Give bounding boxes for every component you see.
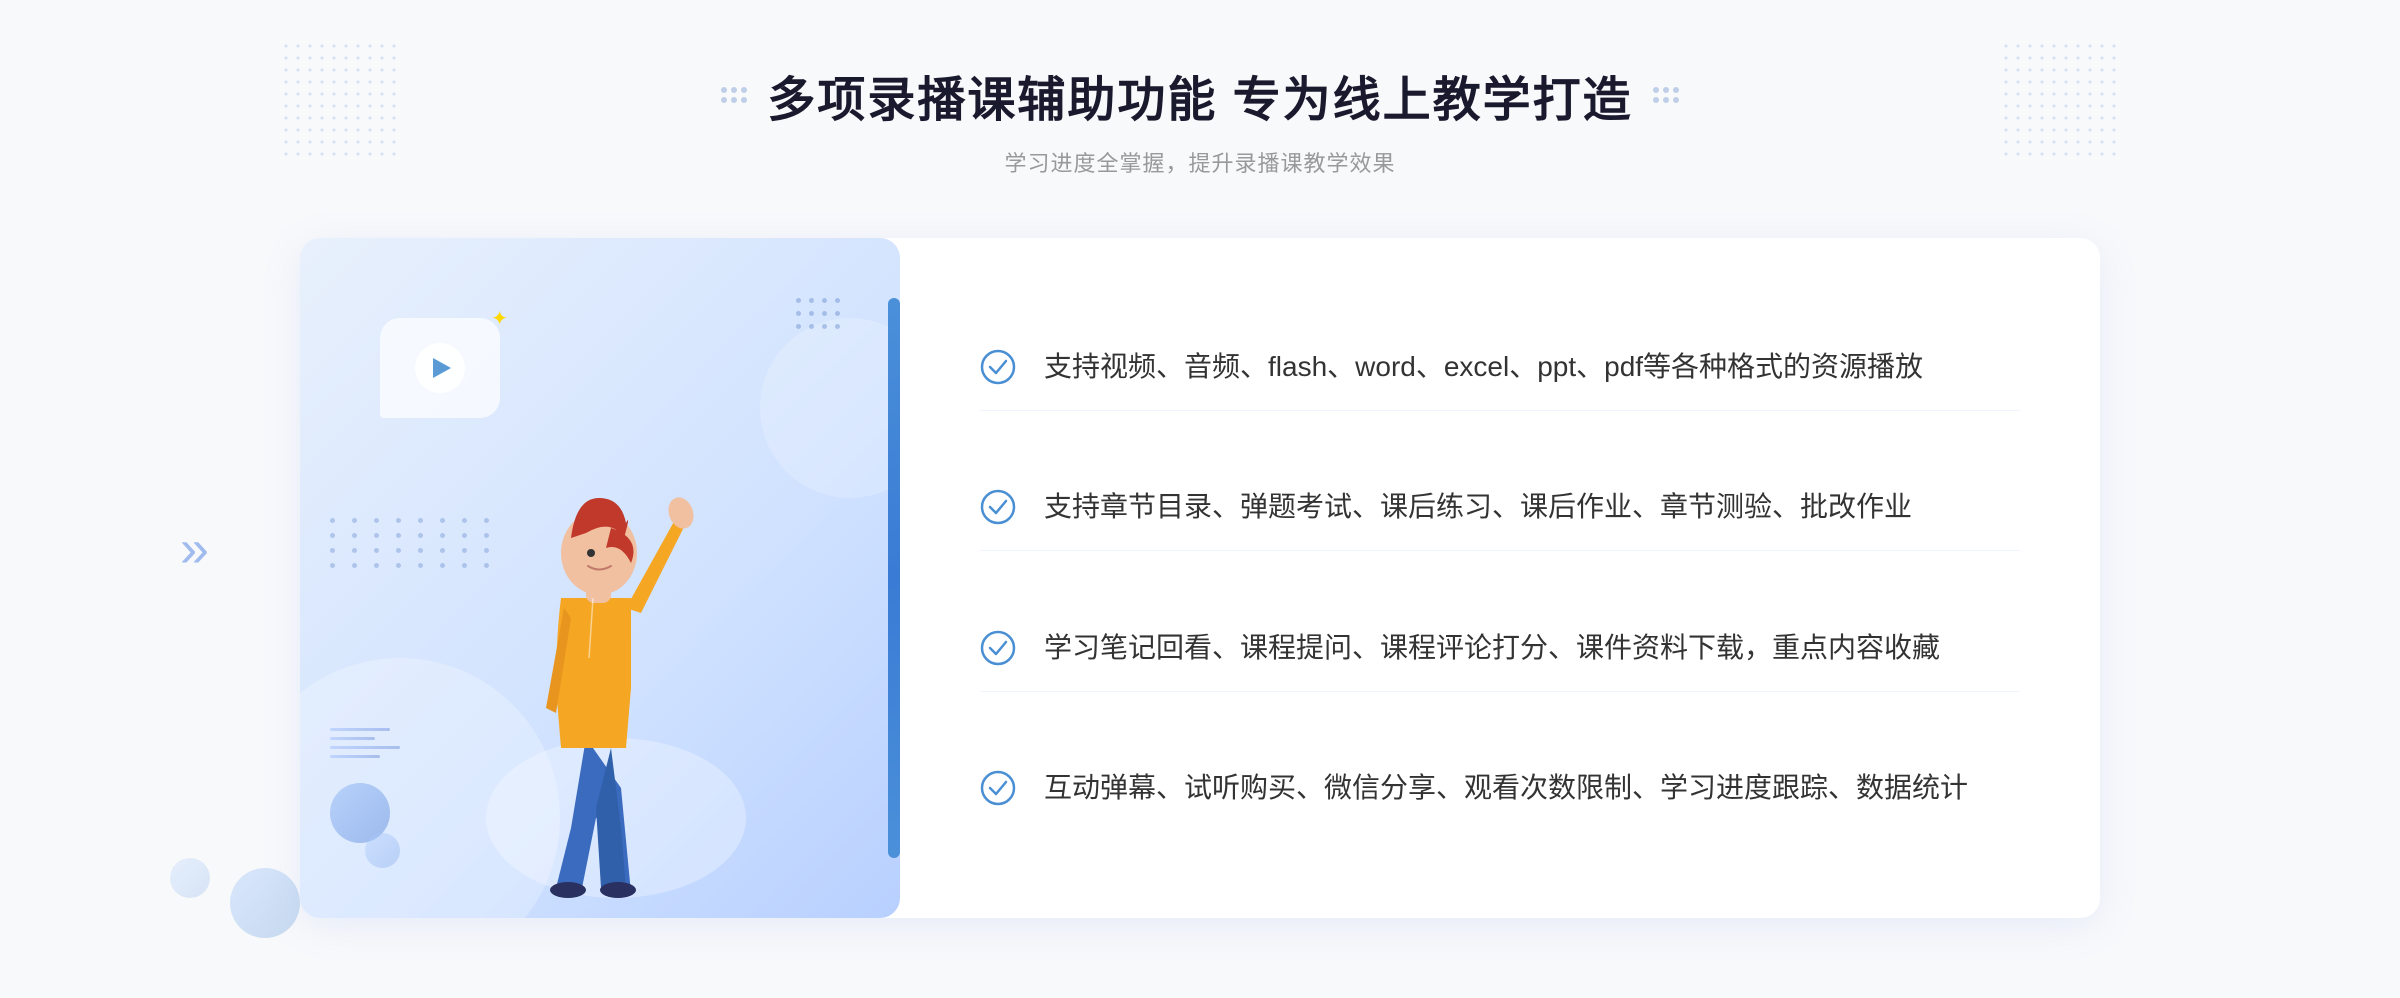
right-panel: 支持视频、音频、flash、word、excel、ppt、pdf等各种格式的资源… — [900, 238, 2100, 918]
inner-dot-grid — [796, 298, 840, 329]
accent-bar — [888, 298, 900, 858]
feature-item-4: 互动弹幕、试听购买、微信分享、观看次数限制、学习进度跟踪、数据统计 — [980, 746, 2020, 831]
chevron-left-decoration: » — [180, 523, 209, 575]
sparkle-icon: ✦ — [491, 306, 508, 331]
feature-item-1: 支持视频、音频、flash、word、excel、ppt、pdf等各种格式的资源… — [980, 325, 2020, 411]
feature-text-4: 互动弹幕、试听购买、微信分享、观看次数限制、学习进度跟踪、数据统计 — [1044, 766, 1968, 811]
title-dots-left — [721, 87, 747, 103]
feature-item-2: 支持章节目录、弹题考试、课后练习、课后作业、章节测验、批改作业 — [980, 465, 2020, 551]
content-card: ✦ — [300, 238, 2100, 918]
subtitle: 学习进度全掌握，提升录播课教学效果 — [1004, 146, 1395, 178]
feature-text-3: 学习笔记回看、课程提问、课程评论打分、课件资料下载，重点内容收藏 — [1044, 626, 1940, 671]
bottom-circle-2 — [170, 858, 210, 898]
feature-text-2: 支持章节目录、弹题考试、课后练习、课后作业、章节测验、批改作业 — [1044, 485, 1912, 530]
bottom-circle-1 — [230, 868, 300, 938]
title-row: 多项录播课辅助功能 专为线上教学打造 — [721, 60, 1678, 130]
feature-text-1: 支持视频、音频、flash、word、excel、ppt、pdf等各种格式的资源… — [1044, 345, 1923, 390]
decorative-circles — [330, 783, 400, 868]
page-wrapper: 多项录播课辅助功能 专为线上教学打造 学习进度全掌握，提升录播课教学效果 ✦ — [0, 0, 2400, 998]
check-icon-2 — [980, 489, 1016, 525]
check-icon-3 — [980, 630, 1016, 666]
left-panel: ✦ — [300, 238, 900, 918]
title-dots-right — [1653, 87, 1679, 103]
feature-item-3: 学习笔记回看、课程提问、课程评论打分、课件资料下载，重点内容收藏 — [980, 606, 2020, 692]
dot-grid-top-left — [280, 40, 400, 160]
bg-circle-medium — [760, 318, 900, 498]
play-button-icon — [415, 343, 465, 393]
main-title: 多项录播课辅助功能 专为线上教学打造 — [767, 60, 1632, 130]
header-section: 多项录播课辅助功能 专为线上教学打造 学习进度全掌握，提升录播课教学效果 — [721, 60, 1678, 178]
check-icon-4 — [980, 770, 1016, 806]
check-icon-1 — [980, 349, 1016, 385]
dot-grid-top-right — [2000, 40, 2120, 160]
stripes-decoration — [330, 728, 400, 758]
illustration-figure — [456, 398, 776, 918]
